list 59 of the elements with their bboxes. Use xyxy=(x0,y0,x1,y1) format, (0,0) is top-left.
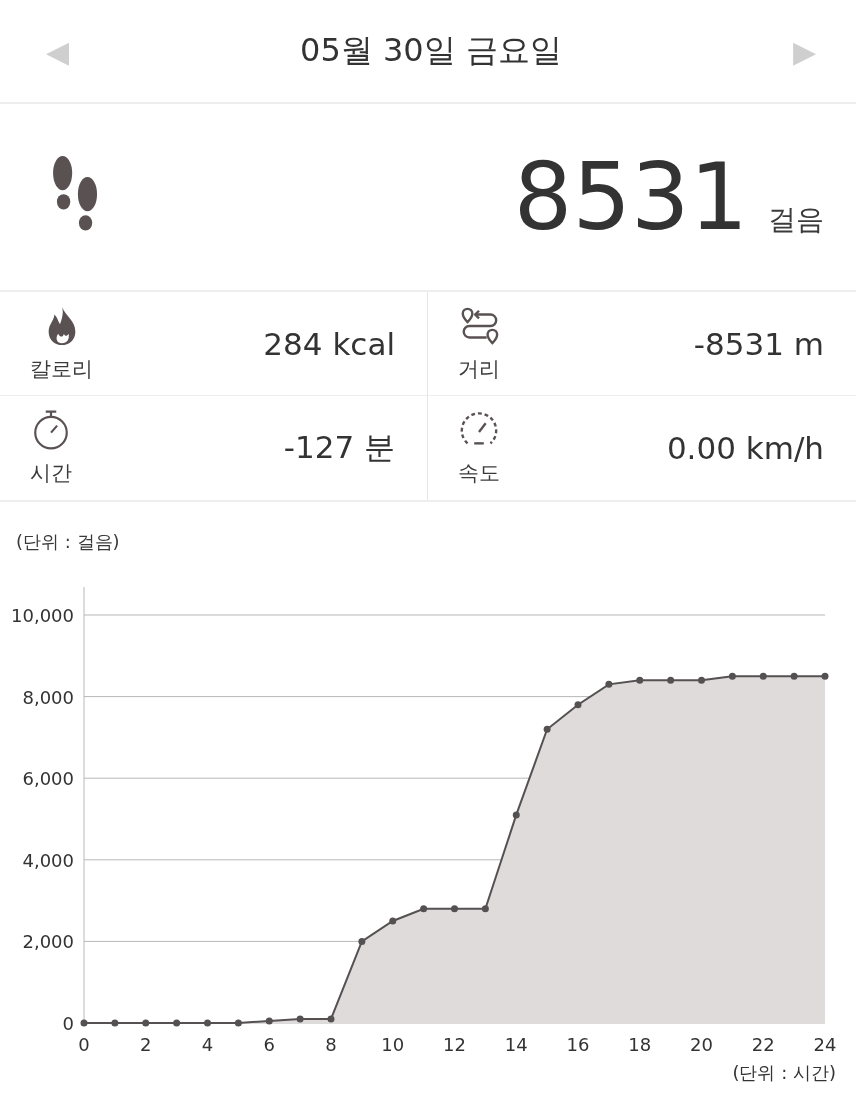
step-unit: 걸음 xyxy=(768,201,824,238)
stat-label: 거리 xyxy=(458,355,500,383)
x-tick-label: 22 xyxy=(751,1034,775,1055)
data-point xyxy=(728,672,736,680)
data-point xyxy=(296,1015,304,1023)
x-tick-label: 10 xyxy=(381,1034,405,1055)
data-point xyxy=(698,676,705,684)
data-point xyxy=(512,811,520,819)
data-point xyxy=(173,1019,181,1027)
data-point xyxy=(790,672,798,680)
x-tick-label: 20 xyxy=(690,1034,713,1055)
data-point xyxy=(234,1019,242,1027)
y-tick-label: 0 xyxy=(62,1013,74,1034)
y-tick-label: 2,000 xyxy=(22,931,74,953)
stat-value: -127 분 xyxy=(283,428,395,467)
data-point xyxy=(265,1017,273,1025)
x-tick-label: 8 xyxy=(325,1034,337,1055)
data-point xyxy=(759,672,767,680)
x-tick-label: 0 xyxy=(78,1034,90,1055)
previous-day-button[interactable]: ◀ xyxy=(46,33,70,69)
data-point xyxy=(358,937,366,945)
data-point xyxy=(481,905,489,913)
y-tick-label: 6,000 xyxy=(22,768,74,790)
x-tick-label: 2 xyxy=(140,1034,152,1055)
data-point xyxy=(389,917,397,925)
date-title: 05월 30일 금요일 xyxy=(300,30,562,71)
data-point xyxy=(821,672,829,680)
data-point xyxy=(142,1019,150,1027)
stat-label: 칼로리 xyxy=(30,355,93,383)
data-point xyxy=(667,676,675,684)
y-tick-label: 4,000 xyxy=(22,849,74,871)
data-point xyxy=(80,1019,88,1027)
stat-value: -8531 m xyxy=(693,325,824,362)
step-count: 8531 xyxy=(513,143,748,251)
stat-value: 0.00 km/h xyxy=(666,430,824,466)
data-point xyxy=(451,905,458,913)
data-point xyxy=(605,680,613,688)
stat-label: 속도 xyxy=(458,460,500,487)
data-point xyxy=(574,701,582,709)
data-point xyxy=(327,1015,335,1023)
data-point xyxy=(543,725,551,733)
x-tick-label: 24 xyxy=(813,1034,837,1055)
x-tick-label: 14 xyxy=(504,1034,528,1055)
x-tick-label: 18 xyxy=(628,1034,652,1055)
stat-value: 284 kcal xyxy=(263,325,395,362)
x-tick-label: 6 xyxy=(263,1034,275,1055)
x-unit-label: (단위 : 시간) xyxy=(732,1062,836,1083)
y-tick-label: 8,000 xyxy=(22,686,74,708)
data-point xyxy=(420,905,428,913)
data-point xyxy=(204,1019,211,1027)
data-point xyxy=(111,1019,119,1027)
x-tick-label: 12 xyxy=(443,1034,466,1055)
x-tick-label: 4 xyxy=(201,1034,214,1055)
next-day-button[interactable]: ▶ xyxy=(792,33,816,69)
data-point xyxy=(636,676,644,684)
x-tick-label: 16 xyxy=(566,1034,590,1055)
y-unit-label: (단위 : 걸음) xyxy=(15,530,121,554)
stat-label: 시간 xyxy=(30,460,72,487)
y-tick-label: 10,000 xyxy=(11,605,74,626)
